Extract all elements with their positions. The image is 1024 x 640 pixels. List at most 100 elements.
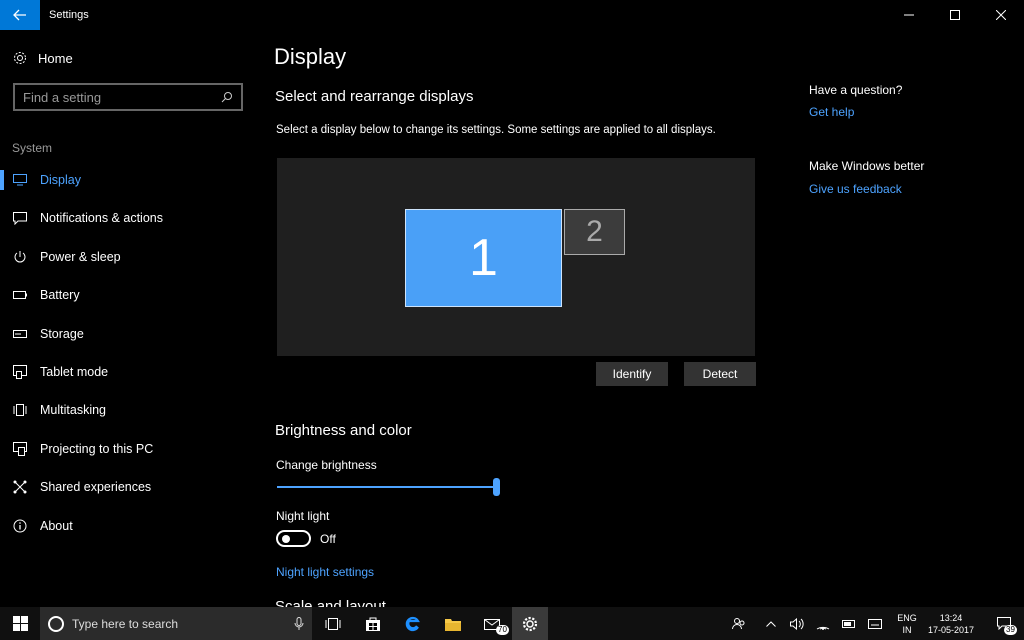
night-light-toggle[interactable] [276, 530, 311, 547]
storage-icon [12, 326, 28, 342]
brightness-heading: Brightness and color [275, 422, 412, 439]
close-button[interactable] [978, 0, 1024, 30]
language-code: ENG [897, 613, 917, 623]
back-button[interactable] [0, 0, 40, 30]
sidebar-item-power[interactable]: Power & sleep [0, 239, 258, 275]
detect-button[interactable]: Detect [684, 362, 756, 386]
edge-icon [405, 616, 420, 631]
multitask-icon [12, 402, 28, 418]
tablet-mode-tray-button[interactable] [864, 607, 886, 640]
section-label-system: System [12, 141, 53, 155]
home-link[interactable]: Home [12, 50, 73, 66]
tablet-icon [12, 364, 28, 380]
edge-app-button[interactable] [396, 607, 430, 640]
sidebar-item-label: Shared experiences [40, 480, 152, 494]
minimize-button[interactable] [886, 0, 932, 30]
gear-icon [522, 616, 538, 631]
battery-tray-button[interactable] [838, 607, 860, 640]
message-icon [12, 210, 28, 226]
brightness-slider-track[interactable] [277, 486, 497, 488]
maximize-button[interactable] [932, 0, 978, 30]
give-feedback-link[interactable]: Give us feedback [809, 182, 902, 196]
window-title: Settings [49, 9, 89, 21]
input-language-indicator[interactable]: ENG IN [893, 612, 921, 636]
back-arrow-icon [13, 9, 26, 21]
taskbar: Type here to search 70 ENG IN 13:24 17-0… [0, 607, 1024, 640]
start-button[interactable] [0, 607, 40, 640]
page-title: Display [274, 44, 347, 69]
info-icon [12, 518, 28, 534]
battery-icon [12, 287, 28, 303]
sidebar-item-label: Notifications & actions [40, 211, 163, 225]
sidebar-item-notifications[interactable]: Notifications & actions [0, 200, 258, 236]
display-arrangement-area: 1 2 [277, 158, 755, 356]
feedback-heading: Make Windows better [809, 159, 925, 173]
sidebar-item-label: Projecting to this PC [40, 442, 154, 456]
region-code: IN [902, 625, 912, 635]
display-1-tile[interactable]: 1 [405, 209, 562, 307]
get-help-link[interactable]: Get help [809, 105, 854, 119]
action-center-button[interactable]: 39 [990, 607, 1018, 640]
store-icon [366, 617, 380, 631]
taskbar-search-box[interactable]: Type here to search [40, 607, 312, 640]
volume-button[interactable] [786, 607, 808, 640]
identify-button[interactable]: Identify [596, 362, 668, 386]
sidebar-item-projecting[interactable]: Projecting to this PC [0, 431, 258, 467]
scale-layout-heading: Scale and layout [275, 600, 386, 607]
task-view-button[interactable] [316, 607, 350, 640]
microphone-icon[interactable] [294, 616, 304, 631]
arrange-heading: Select and rearrange displays [275, 88, 474, 105]
sidebar-item-label: Storage [40, 327, 84, 341]
store-app-button[interactable] [356, 607, 390, 640]
home-label: Home [38, 50, 73, 66]
sidebar-item-shared-experiences[interactable]: Shared experiences [0, 469, 258, 505]
close-icon [996, 10, 1006, 20]
clock-time: 13:24 [939, 613, 963, 623]
touch-keyboard-icon [868, 618, 882, 629]
sidebar-item-battery[interactable]: Battery [0, 277, 258, 313]
gear-icon [12, 50, 28, 66]
night-light-settings-link[interactable]: Night light settings [276, 565, 374, 579]
project-icon [12, 441, 28, 457]
help-heading: Have a question? [809, 83, 903, 97]
brightness-label: Change brightness [276, 458, 377, 472]
sidebar-item-label: Multitasking [40, 403, 106, 417]
clock[interactable]: 13:24 17-05-2017 [920, 612, 982, 636]
settings-app-button[interactable] [512, 607, 548, 640]
sidebar-item-storage[interactable]: Storage [0, 316, 258, 352]
folder-icon [445, 618, 461, 631]
sidebar-item-label: Display [40, 173, 81, 187]
people-button[interactable] [728, 607, 750, 640]
monitor-icon [12, 172, 28, 188]
search-icon [221, 92, 232, 103]
night-light-label: Night light [276, 509, 330, 523]
sidebar-item-label: Tablet mode [40, 365, 109, 379]
sidebar-item-multitasking[interactable]: Multitasking [0, 392, 258, 428]
find-setting-input[interactable]: Find a setting [13, 83, 243, 111]
notification-badge: 39 [1004, 625, 1017, 635]
clock-date: 17-05-2017 [927, 625, 975, 635]
cortana-icon [48, 615, 64, 632]
display-2-tile[interactable]: 2 [564, 209, 625, 255]
sidebar-item-tablet-mode[interactable]: Tablet mode [0, 354, 258, 390]
wifi-icon [816, 626, 830, 630]
sidebar-item-label: Power & sleep [40, 250, 121, 264]
mail-app-button[interactable]: 70 [476, 607, 510, 640]
task-view-icon [325, 617, 341, 630]
file-explorer-button[interactable] [436, 607, 470, 640]
arrange-description: Select a display below to change its set… [276, 124, 716, 136]
wifi-button[interactable] [812, 607, 834, 640]
toggle-knob [282, 535, 290, 543]
windows-logo-icon [12, 616, 28, 631]
maximize-icon [950, 10, 960, 20]
sidebar-item-display[interactable]: Display [0, 162, 258, 198]
mail-badge: 70 [496, 625, 509, 635]
taskbar-search-placeholder: Type here to search [72, 616, 179, 631]
show-hidden-icons-button[interactable] [760, 607, 782, 640]
brightness-slider-thumb[interactable] [493, 478, 500, 496]
search-placeholder: Find a setting [23, 89, 102, 105]
sidebar-item-about[interactable]: About [0, 508, 258, 544]
night-light-state: Off [320, 532, 336, 546]
sidebar: Home Find a setting System Display Notif… [0, 30, 258, 607]
battery-icon [842, 619, 855, 628]
